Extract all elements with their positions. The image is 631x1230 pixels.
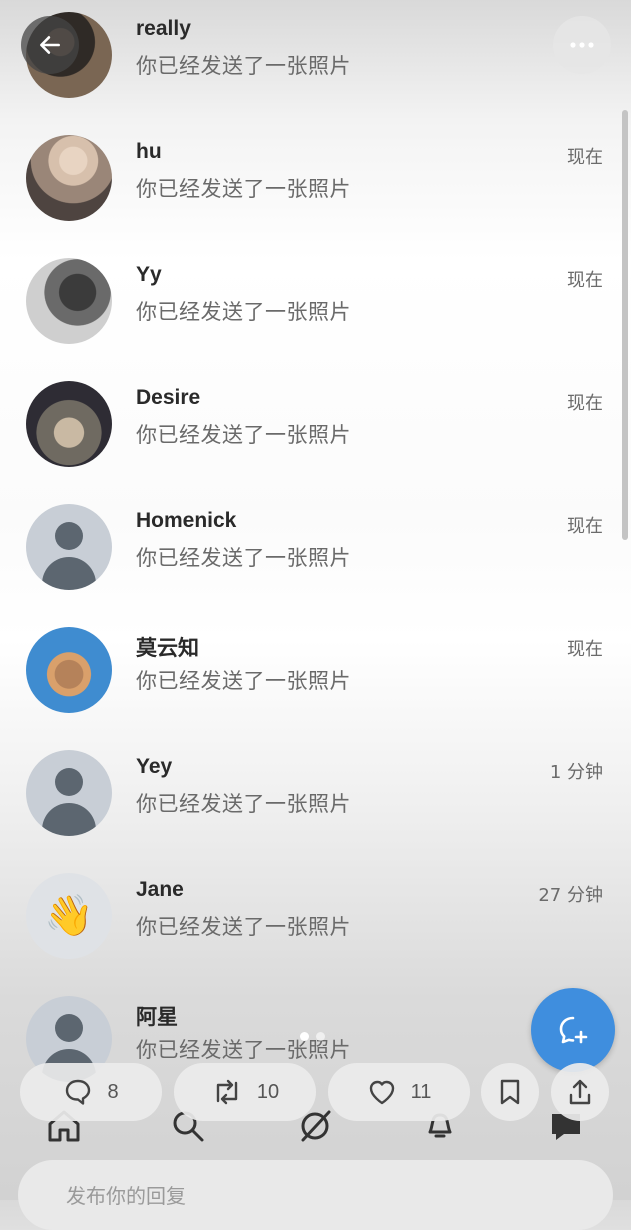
avatar[interactable] — [26, 381, 112, 467]
reply-composer[interactable] — [18, 1160, 613, 1230]
avatar[interactable] — [26, 627, 112, 713]
message-preview: 你已经发送了一张照片 — [136, 54, 351, 78]
bookmark-button[interactable] — [481, 1063, 539, 1121]
sender-name: 阿星 — [136, 1006, 178, 1029]
repost-count: 10 — [256, 1080, 280, 1103]
waving-hand-icon: 👋 — [44, 893, 94, 939]
message-preview: 你已经发送了一张照片 — [136, 546, 351, 570]
message-time: 现在 — [567, 516, 603, 537]
message-preview: 你已经发送了一张照片 — [136, 177, 351, 201]
back-button[interactable] — [21, 16, 79, 74]
post-action-bar: 8 10 11 — [0, 1063, 631, 1123]
heart-icon — [369, 1080, 394, 1105]
new-message-button[interactable] — [531, 988, 615, 1072]
sender-name: Desire — [136, 386, 201, 409]
sender-name: Yey — [136, 755, 173, 778]
scrollbar[interactable] — [622, 110, 628, 540]
message-preview: 你已经发送了一张照片 — [136, 423, 351, 447]
page-dot — [300, 1032, 309, 1041]
message-time: 27 分钟 — [538, 885, 603, 906]
message-preview: 你已经发送了一张照片 — [136, 300, 351, 324]
more-dots-icon — [570, 42, 594, 48]
message-preview: 你已经发送了一张照片 — [136, 792, 351, 816]
more-button[interactable] — [553, 16, 611, 74]
page-dot — [316, 1032, 325, 1041]
avatar[interactable]: 👋 — [26, 873, 112, 959]
message-time: 现在 — [567, 639, 603, 660]
message-time: 现在 — [567, 393, 603, 414]
comment-icon — [66, 1079, 91, 1105]
message-preview: 你已经发送了一张照片 — [136, 669, 351, 693]
sender-name: hu — [136, 140, 162, 163]
repost-icon — [216, 1079, 238, 1105]
avatar[interactable] — [26, 258, 112, 344]
default-avatar-icon[interactable] — [26, 750, 112, 836]
reply-count: 8 — [107, 1080, 119, 1103]
avatar[interactable] — [26, 135, 112, 221]
like-count: 11 — [410, 1080, 432, 1103]
message-time: 现在 — [567, 147, 603, 168]
sender-name: Homenick — [136, 509, 237, 532]
reply-input[interactable] — [64, 1180, 568, 1212]
new-message-icon — [559, 1016, 588, 1044]
message-list: really 你已经发送了一张照片 hu 你已经发送了一张照片 现在 Yy 你已… — [0, 0, 631, 1085]
sender-name: Jane — [136, 878, 184, 901]
share-icon — [569, 1079, 591, 1105]
reply-button[interactable]: 8 — [20, 1063, 162, 1121]
like-button[interactable]: 11 — [328, 1063, 470, 1121]
arrow-left-icon — [40, 36, 60, 54]
default-avatar-icon[interactable] — [26, 504, 112, 590]
sender-name: really — [136, 17, 191, 40]
sender-name: Yy — [136, 263, 162, 286]
sender-name: 莫云知 — [136, 637, 199, 660]
message-preview: 你已经发送了一张照片 — [136, 915, 351, 939]
repost-button[interactable]: 10 — [174, 1063, 316, 1121]
message-time: 1 分钟 — [549, 762, 603, 783]
share-button[interactable] — [551, 1063, 609, 1121]
bookmark-icon — [500, 1079, 520, 1105]
message-time: 现在 — [567, 270, 603, 291]
